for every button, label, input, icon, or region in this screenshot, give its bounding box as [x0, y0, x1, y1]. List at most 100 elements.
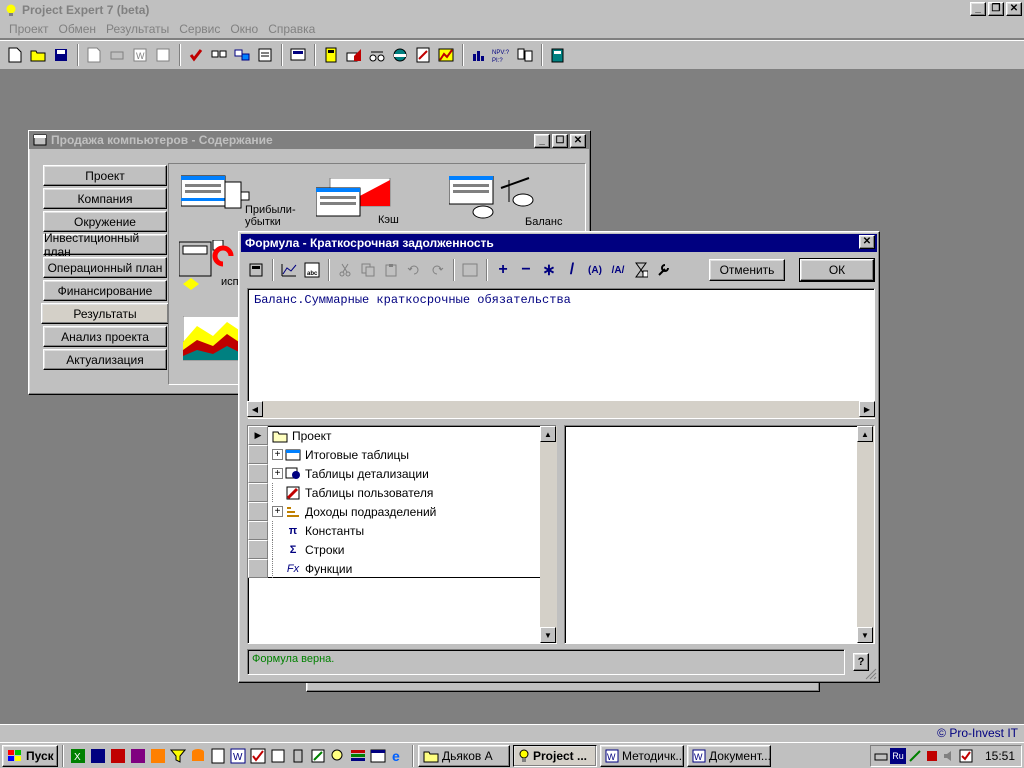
graph-icon[interactable]: [435, 44, 457, 66]
scroll-down-icon[interactable]: ▼: [540, 627, 556, 643]
close-button[interactable]: ✕: [1006, 2, 1022, 16]
powerpoint-icon[interactable]: [108, 746, 127, 766]
content-maximize-button[interactable]: ☐: [552, 134, 568, 148]
wrench-icon[interactable]: [653, 259, 675, 281]
tree-item-project[interactable]: ▶ Проект: [248, 426, 541, 445]
scroll-down-icon[interactable]: ▼: [857, 627, 873, 643]
nav-actualization[interactable]: Актуализация: [43, 349, 167, 370]
resize-grip-icon[interactable]: [865, 668, 877, 680]
save-icon[interactable]: [50, 44, 72, 66]
nav-results[interactable]: Результаты: [41, 303, 169, 324]
cancel-button[interactable]: Отменить: [709, 259, 785, 281]
scroll-left-icon[interactable]: ◀: [247, 401, 263, 417]
balance-report[interactable]: Баланс: [448, 175, 562, 228]
scheduler-icon[interactable]: [958, 748, 974, 764]
volume-icon[interactable]: [941, 748, 957, 764]
bar-analysis-icon[interactable]: [468, 44, 490, 66]
minus-icon[interactable]: −: [515, 259, 537, 281]
tree-item-division-income[interactable]: + Доходы подразделений: [248, 502, 541, 521]
screen-icon[interactable]: [287, 44, 309, 66]
tree-item-constants[interactable]: π Константы: [248, 521, 541, 540]
cut-icon[interactable]: [334, 259, 356, 281]
check-icon[interactable]: [185, 44, 207, 66]
divide-icon[interactable]: /: [561, 259, 583, 281]
nav-project[interactable]: Проект: [43, 165, 167, 186]
expand-icon[interactable]: +: [272, 468, 283, 479]
new-file-icon[interactable]: [4, 44, 26, 66]
nav-investment-plan[interactable]: Инвестиционный план: [43, 231, 167, 259]
nav-environment[interactable]: Окружение: [43, 211, 167, 232]
task-project-expert[interactable]: Project ...: [513, 744, 597, 767]
expand-icon[interactable]: +: [272, 506, 283, 517]
checklist-icon[interactable]: [208, 44, 230, 66]
network-icon[interactable]: [907, 748, 923, 764]
image-icon[interactable]: [459, 259, 481, 281]
menu-exchange[interactable]: Обмен: [54, 22, 102, 36]
npv-pi-icon[interactable]: NPV:? PI:?: [491, 44, 513, 66]
content-close-button[interactable]: ✕: [570, 134, 586, 148]
menu-help[interactable]: Справка: [263, 22, 320, 36]
tree-item-rows[interactable]: Σ Строки: [248, 540, 541, 559]
battery-icon[interactable]: [288, 746, 307, 766]
word-icon[interactable]: W: [228, 746, 247, 766]
sensitivity-icon[interactable]: [514, 44, 536, 66]
menu-window[interactable]: Окно: [225, 22, 263, 36]
usage-report[interactable]: исп: [178, 239, 243, 295]
scroll-up-icon[interactable]: ▲: [857, 426, 873, 442]
graphs-report[interactable]: [182, 315, 241, 365]
printer-icon[interactable]: [873, 748, 889, 764]
plus-icon[interactable]: +: [492, 259, 514, 281]
undo-icon[interactable]: [403, 259, 425, 281]
funnel-icon[interactable]: [168, 746, 187, 766]
nav-financing[interactable]: Финансирование: [43, 280, 167, 301]
report-icon[interactable]: [152, 44, 174, 66]
tree-vertical-scrollbar[interactable]: ▲ ▼: [540, 426, 557, 643]
hourglass-icon[interactable]: [630, 259, 652, 281]
content-minimize-button[interactable]: _: [534, 134, 550, 148]
formula-editor[interactable]: Баланс.Суммарные краткосрочные обязатель…: [247, 288, 875, 419]
minimize-button[interactable]: _: [970, 2, 986, 16]
notes-icon[interactable]: [254, 44, 276, 66]
internet-explorer-icon[interactable]: e: [388, 746, 407, 766]
formula-horizontal-scrollbar[interactable]: ◀ ▶: [247, 401, 875, 418]
items-vertical-scrollbar[interactable]: ▲ ▼: [857, 426, 874, 643]
open-folder-icon[interactable]: [27, 44, 49, 66]
stack-icon[interactable]: [348, 746, 367, 766]
expand-icon[interactable]: +: [272, 449, 283, 460]
restore-button[interactable]: ❐: [988, 2, 1004, 16]
chart-app-icon[interactable]: [268, 746, 287, 766]
access-icon[interactable]: [128, 746, 147, 766]
antivirus-icon[interactable]: [924, 748, 940, 764]
ok-button[interactable]: ОК: [799, 258, 875, 282]
tree-item-user-tables[interactable]: Таблицы пользователя: [248, 483, 541, 502]
excel-icon[interactable]: X: [68, 746, 87, 766]
sync-icon[interactable]: [231, 44, 253, 66]
task-folder[interactable]: Дьяков А: [418, 744, 510, 767]
preview-icon[interactable]: [83, 44, 105, 66]
scroll-up-icon[interactable]: ▲: [540, 426, 556, 442]
language-indicator[interactable]: Ru: [890, 748, 906, 764]
database-icon[interactable]: [188, 746, 207, 766]
search-icon[interactable]: [328, 746, 347, 766]
print-settings-icon[interactable]: [106, 44, 128, 66]
dialog-close-button[interactable]: ✕: [859, 235, 875, 249]
table-icon[interactable]: [320, 44, 342, 66]
chart-icon[interactable]: [278, 259, 300, 281]
scroll-right-icon[interactable]: ▶: [859, 401, 875, 417]
parentheses-icon[interactable]: (A): [584, 259, 606, 281]
calculator-icon[interactable]: [547, 44, 569, 66]
window-icon[interactable]: [368, 746, 387, 766]
cash-flow-report[interactable]: Кэш - фло: [315, 177, 399, 250]
abs-icon[interactable]: /A/: [607, 259, 629, 281]
task-word-manual[interactable]: W Методичк...: [600, 744, 684, 767]
edit-icon[interactable]: [308, 746, 327, 766]
copy-icon[interactable]: [357, 259, 379, 281]
project-expert-icon[interactable]: [248, 746, 267, 766]
profit-loss-report[interactable]: Прибыли- убытки: [180, 174, 296, 228]
tree-item-detail-tables[interactable]: + Таблицы детализации: [248, 464, 541, 483]
menu-results[interactable]: Результаты: [101, 22, 174, 36]
balance-icon[interactable]: [366, 44, 388, 66]
tree-item-summary-tables[interactable]: + Итоговые таблицы: [248, 445, 541, 464]
multiply-icon[interactable]: ∗: [538, 259, 560, 281]
paste-icon[interactable]: [380, 259, 402, 281]
